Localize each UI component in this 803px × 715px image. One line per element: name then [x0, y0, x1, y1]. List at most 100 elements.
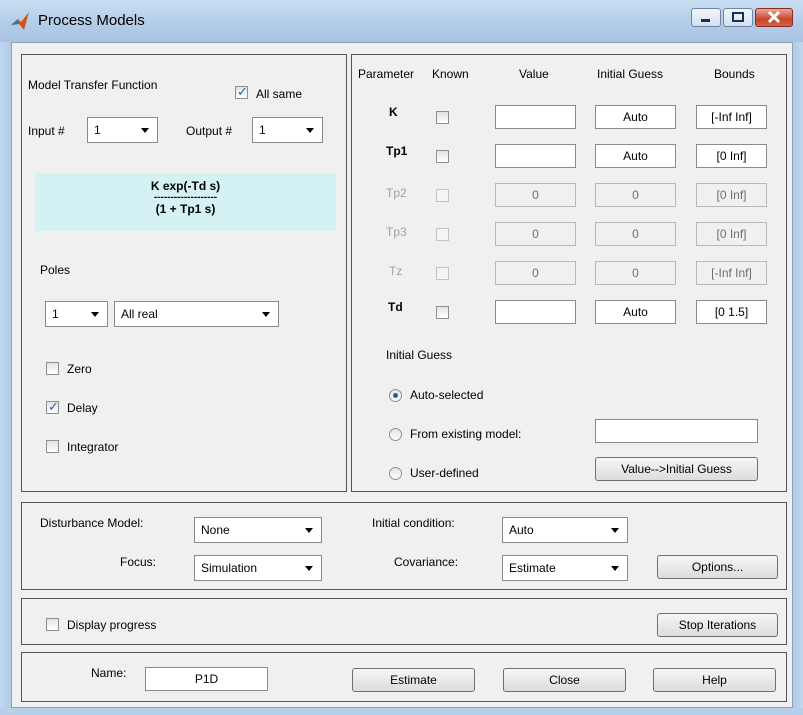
input-select[interactable]: 1: [87, 117, 158, 143]
chevron-down-icon: [301, 560, 317, 576]
display-progress-label: Display progress: [67, 618, 157, 632]
integrator-checkbox[interactable]: [46, 440, 59, 453]
chevron-down-icon: [302, 122, 318, 138]
bounds-field-tp1[interactable]: [0 Inf]: [696, 144, 767, 168]
user-defined-radio[interactable]: [389, 467, 402, 480]
from-existing-radio[interactable]: [389, 428, 402, 441]
display-progress-checkbox[interactable]: [46, 618, 59, 631]
known-checkbox-tp3: [436, 228, 449, 241]
known-checkbox-td[interactable]: [436, 306, 449, 319]
known-checkbox-tp2: [436, 189, 449, 202]
check-icon: ✓: [48, 399, 59, 414]
bounds-field-tp3: [0 Inf]: [696, 222, 767, 246]
estimate-button[interactable]: Estimate: [352, 668, 475, 692]
covariance-value: Estimate: [509, 561, 556, 575]
output-select-value: 1: [259, 123, 266, 137]
close-window-button[interactable]: [755, 8, 793, 27]
value-to-initial-guess-button[interactable]: Value-->Initial Guess: [595, 457, 758, 481]
param-name-tp1: Tp1: [386, 144, 408, 158]
disturbance-select[interactable]: None: [194, 517, 322, 543]
delay-checkbox[interactable]: ✓: [46, 399, 59, 414]
bounds-field-tp2: [0 Inf]: [696, 183, 767, 207]
close-button[interactable]: Close: [503, 668, 626, 692]
chevron-down-icon: [258, 306, 274, 322]
poles-count-value: 1: [52, 307, 59, 321]
covariance-label: Covariance:: [394, 555, 459, 569]
initial-condition-value: Auto: [509, 523, 534, 537]
param-name-k: K: [389, 105, 398, 119]
initial-guess-heading: Initial Guess: [386, 348, 453, 362]
guess-field-k[interactable]: Auto: [595, 105, 676, 129]
all-same-checkbox[interactable]: ✓: [235, 84, 248, 99]
radio-dot-icon: [393, 393, 398, 398]
focus-label: Focus:: [120, 555, 157, 569]
bounds-field-k[interactable]: [-Inf Inf]: [696, 105, 767, 129]
focus-value: Simulation: [201, 561, 258, 575]
model-heading: Model Transfer Function: [28, 78, 158, 92]
window-title: Process Models: [38, 12, 145, 29]
poles-type-select[interactable]: All real: [114, 301, 279, 327]
header-bounds: Bounds: [714, 67, 755, 81]
known-checkbox-k[interactable]: [436, 111, 449, 124]
covariance-select[interactable]: Estimate: [502, 555, 628, 581]
model-name-field[interactable]: P1D: [145, 667, 268, 691]
output-label: Output #: [186, 124, 233, 138]
chevron-down-icon: [137, 122, 153, 138]
disturbance-label: Disturbance Model:: [40, 516, 144, 530]
value-field-tp1[interactable]: [495, 144, 576, 168]
zero-checkbox[interactable]: [46, 362, 59, 375]
value-field-tp2: 0: [495, 183, 576, 207]
value-field-td[interactable]: [495, 300, 576, 324]
check-icon: ✓: [237, 84, 248, 99]
value-field-tz: 0: [495, 261, 576, 285]
maximize-button[interactable]: [723, 8, 753, 27]
focus-select[interactable]: Simulation: [194, 555, 322, 581]
input-label: Input #: [28, 124, 65, 138]
bounds-field-td[interactable]: [0 1.5]: [696, 300, 767, 324]
transfer-function-display: K exp(-Td s) ------------------- (1 + Tp…: [35, 173, 336, 231]
all-same-label: All same: [256, 87, 303, 101]
stop-iterations-button[interactable]: Stop Iterations: [657, 613, 778, 637]
matlab-logo-icon: [11, 12, 29, 30]
existing-model-field[interactable]: [595, 419, 758, 443]
chevron-down-icon: [301, 522, 317, 538]
zero-label: Zero: [67, 362, 92, 376]
auto-selected-radio[interactable]: [389, 389, 402, 402]
poles-count-select[interactable]: 1: [45, 301, 108, 327]
minimize-button[interactable]: [691, 8, 721, 27]
chevron-down-icon: [607, 560, 623, 576]
options-button[interactable]: Options...: [657, 555, 778, 579]
guess-field-td[interactable]: Auto: [595, 300, 676, 324]
guess-field-tp3: 0: [595, 222, 676, 246]
value-field-k[interactable]: [495, 105, 576, 129]
header-known: Known: [432, 67, 469, 81]
param-name-tp3: Tp3: [386, 225, 407, 239]
maximize-icon: [732, 12, 744, 22]
value-field-tp3: 0: [495, 222, 576, 246]
guess-field-tp1[interactable]: Auto: [595, 144, 676, 168]
initial-condition-label: Initial condition:: [372, 516, 455, 530]
param-name-tp2: Tp2: [386, 186, 407, 200]
chevron-down-icon: [607, 522, 623, 538]
user-defined-label: User-defined: [410, 466, 479, 480]
header-initial-guess: Initial Guess: [597, 67, 664, 81]
initial-condition-select[interactable]: Auto: [502, 517, 628, 543]
disturbance-value: None: [201, 523, 230, 537]
output-select[interactable]: 1: [252, 117, 323, 143]
known-checkbox-tp1[interactable]: [436, 150, 449, 163]
help-button[interactable]: Help: [653, 668, 776, 692]
tf-denominator: (1 + Tp1 s): [155, 202, 216, 216]
input-select-value: 1: [94, 123, 101, 137]
window-frame-left: [0, 42, 11, 715]
integrator-label: Integrator: [67, 440, 119, 454]
tf-fraction-line: -------------------: [153, 192, 218, 203]
window-frame-right: [793, 42, 803, 715]
window-frame-bottom: [0, 708, 803, 715]
known-checkbox-tz: [436, 267, 449, 280]
close-icon: [767, 10, 781, 24]
name-label: Name:: [91, 666, 127, 680]
param-name-tz: Tz: [389, 264, 403, 278]
minimize-icon: [701, 19, 710, 22]
from-existing-label: From existing model:: [410, 427, 522, 441]
bounds-field-tz: [-Inf Inf]: [696, 261, 767, 285]
